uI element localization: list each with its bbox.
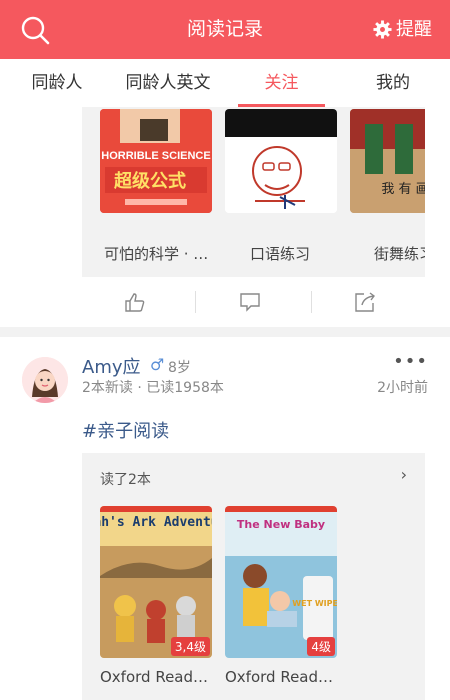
level-badge: 3,4级 <box>170 637 210 656</box>
username[interactable]: Amy应 <box>82 353 141 379</box>
chevron-right-icon[interactable]: › <box>401 465 407 484</box>
book-cover[interactable]: The New Baby WET WIPES 4级 <box>225 506 337 658</box>
tab-peers[interactable]: 同龄人 <box>20 59 94 107</box>
read-count-label: 读了2本 <box>100 472 151 488</box>
cover-text: 我 有 画 <box>381 182 425 197</box>
timestamp: 2小时前 <box>377 380 428 396</box>
cover-title: HORRIBLE SCIENCE <box>101 150 210 162</box>
remind-button[interactable]: 提醒 <box>373 0 432 59</box>
book-strip: HORRIBLE SCIENCE 超级公式 我 有 画 可怕的科学 · … 口语… <box>82 107 425 277</box>
book-title[interactable]: Oxford Read… <box>100 668 208 686</box>
book-title[interactable]: 口语练习 <box>250 243 310 264</box>
cover-subtitle: WET WIPES <box>292 599 337 608</box>
top-bar: 阅读记录 提醒 <box>0 0 450 59</box>
comment-icon[interactable] <box>239 291 261 313</box>
book-cover[interactable]: 我 有 画 <box>350 109 425 213</box>
divider <box>311 291 312 313</box>
tab-bar: 同龄人 同龄人英文 关注 我的 <box>0 59 450 108</box>
feed-card: Amy应 ♂ 8岁 ••• 2本新读 · 已读1958本 2小时前 #亲子阅读 … <box>0 337 450 700</box>
like-icon[interactable] <box>124 291 146 313</box>
book-title[interactable]: Oxford Read… <box>225 668 333 686</box>
hashtag-link[interactable]: #亲子阅读 <box>82 417 169 443</box>
reading-stats: 2本新读 · 已读1958本 <box>82 380 224 396</box>
book-title[interactable]: 街舞练习 <box>374 243 425 264</box>
level-badge: 4级 <box>307 637 335 656</box>
gender-male-icon: ♂ <box>150 355 165 374</box>
remind-label: 提醒 <box>396 19 432 40</box>
share-icon[interactable] <box>354 291 376 313</box>
tab-mine[interactable]: 我的 <box>360 59 426 107</box>
more-options-icon[interactable]: ••• <box>393 351 428 372</box>
book-cover[interactable] <box>225 109 337 213</box>
gear-icon <box>373 20 392 39</box>
cover-title: Noah's Ark Adventure <box>100 515 212 530</box>
avatar[interactable] <box>22 357 68 403</box>
user-age: 8岁 <box>168 360 191 376</box>
book-cover[interactable]: Noah's Ark Adventure 3,4级 <box>100 506 212 658</box>
divider <box>195 291 196 313</box>
action-bar <box>82 277 425 327</box>
tab-following[interactable]: 关注 <box>238 59 325 107</box>
book-cover[interactable]: HORRIBLE SCIENCE 超级公式 <box>100 109 212 213</box>
book-title[interactable]: 可怕的科学 · … <box>104 243 208 264</box>
cover-subtitle: 超级公式 <box>114 170 186 192</box>
read-books-box[interactable]: 读了2本 › Noah's Ark Adventure 3,4级 <box>82 453 425 700</box>
tab-peers-english[interactable]: 同龄人英文 <box>114 59 222 107</box>
cover-title: The New Baby <box>237 518 325 531</box>
feed-card: HORRIBLE SCIENCE 超级公式 我 有 画 可怕的科学 · … 口语… <box>0 107 450 327</box>
